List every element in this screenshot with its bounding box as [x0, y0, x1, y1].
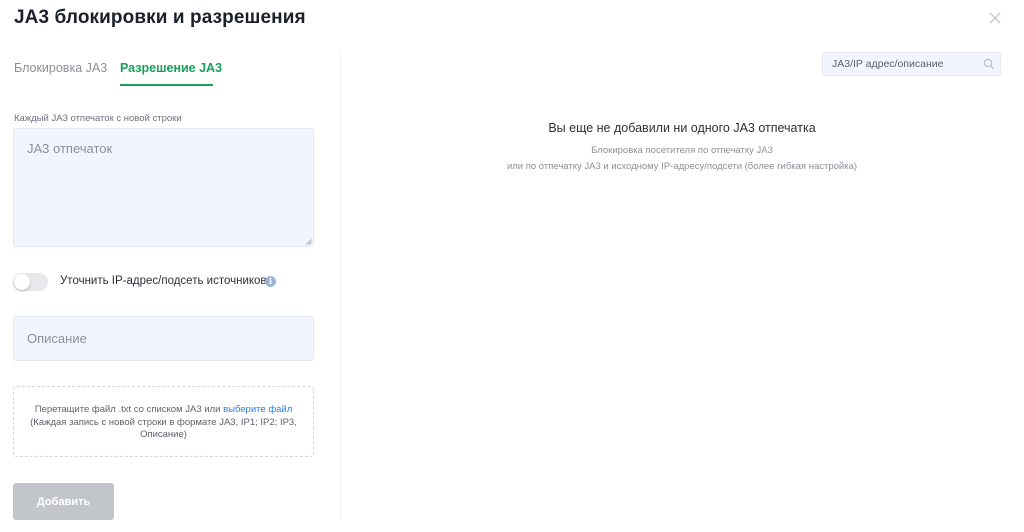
tab-block-ja3[interactable]: Блокировка JA3	[14, 61, 107, 75]
dropzone-text: Перетащите файл .txt со списком JA3 или	[34, 404, 224, 415]
toggle-knob	[14, 274, 30, 290]
add-button[interactable]: Добавить	[13, 483, 114, 520]
search-icon[interactable]	[983, 58, 995, 70]
modal-title: JA3 блокировки и разрешения	[14, 7, 306, 28]
search-box	[822, 52, 1001, 76]
choose-file-link[interactable]: выберите файл	[223, 404, 292, 415]
info-icon[interactable]: i	[265, 276, 276, 287]
specify-ip-toggle[interactable]	[13, 273, 48, 291]
ja3-fingerprint-textarea[interactable]	[13, 128, 314, 247]
empty-state-description-2: или по отпечатку JA3 и исходному IP-адре…	[506, 161, 858, 172]
dropzone-format-hint-2: Описание)	[140, 429, 187, 440]
specify-ip-toggle-label: Уточнить IP-адрес/подсеть источников	[60, 275, 267, 287]
empty-state-title: Вы еще не добавили ни одного JA3 отпечат…	[548, 121, 816, 135]
file-dropzone[interactable]: Перетащите файл .txt со списком JA3 или …	[13, 386, 314, 457]
resize-grip-icon[interactable]	[306, 239, 312, 245]
dropzone-line-1: Перетащите файл .txt со списком JA3 или …	[14, 404, 313, 417]
empty-state-description: Блокировка посетителя по отпечатку JA3	[591, 145, 773, 156]
description-input[interactable]	[13, 316, 314, 361]
search-input[interactable]	[823, 53, 978, 75]
close-icon[interactable]	[988, 11, 1002, 25]
dropzone-format-hint: (Каждая запись с новой строки в формате …	[30, 416, 297, 428]
tab-allow-ja3[interactable]: Разрешение JA3	[120, 61, 222, 75]
ja3-field-label: Каждый JA3 отпечаток с новой строки	[14, 113, 182, 124]
active-tab-indicator	[120, 84, 213, 86]
